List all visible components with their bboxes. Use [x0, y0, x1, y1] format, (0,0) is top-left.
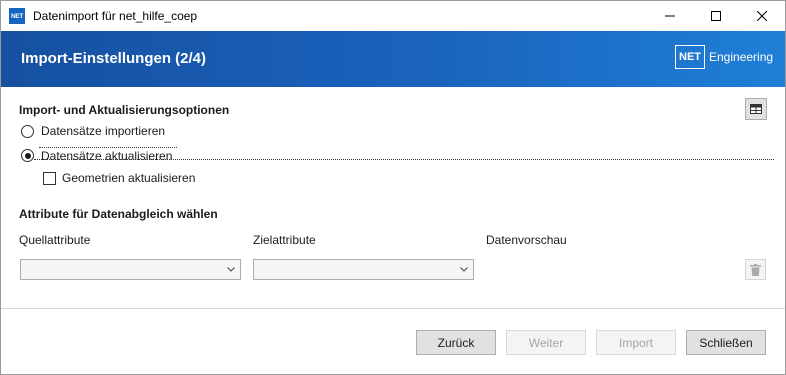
radio-update-label[interactable]: Datensätze aktualisieren	[41, 149, 172, 163]
maximize-button[interactable]	[693, 1, 739, 31]
page-title: Import-Einstellungen (2/4)	[21, 50, 207, 67]
dialog-window: NET Datenimport für net_hilfe_coep Impor…	[0, 0, 786, 375]
source-attribute-select[interactable]	[20, 259, 241, 280]
table-view-button[interactable]	[745, 98, 767, 120]
chevron-down-icon	[458, 263, 470, 275]
close-icon	[757, 11, 767, 21]
source-attributes-header: Quellattribute	[19, 233, 91, 247]
minimize-icon	[665, 15, 675, 17]
next-button[interactable]: Weiter	[506, 330, 586, 355]
net-logo: NET	[675, 45, 705, 69]
chevron-down-icon	[225, 263, 237, 275]
options-section-title: Import- und Aktualisierungsoptionen	[19, 103, 230, 117]
import-button[interactable]: Import	[596, 330, 676, 355]
data-preview-header: Datenvorschau	[486, 233, 567, 247]
target-attributes-header: Zielattribute	[253, 233, 316, 247]
minimize-button[interactable]	[647, 1, 693, 31]
back-button[interactable]: Zurück	[416, 330, 496, 355]
close-dialog-button[interactable]: Schließen	[686, 330, 766, 355]
app-icon: NET	[9, 8, 25, 24]
focus-outline	[34, 159, 774, 160]
logo-text: Engineering	[709, 50, 774, 64]
table-icon	[750, 104, 762, 114]
radio-import-label[interactable]: Datensätze importieren	[41, 124, 165, 138]
window-title: Datenimport für net_hilfe_coep	[33, 9, 198, 23]
maximize-icon	[711, 11, 721, 21]
delete-mapping-button[interactable]	[745, 259, 766, 280]
attributes-section-title: Attribute für Datenabgleich wählen	[19, 207, 218, 221]
focus-outline	[39, 147, 177, 148]
wizard-header: Import-Einstellungen (2/4) NET Engineeri…	[1, 31, 785, 87]
radio-update[interactable]	[21, 149, 34, 162]
target-attribute-select[interactable]	[253, 259, 474, 280]
title-bar: NET Datenimport für net_hilfe_coep	[1, 1, 785, 31]
radio-import[interactable]	[21, 125, 34, 138]
footer-separator	[1, 308, 785, 309]
trash-icon	[750, 263, 761, 276]
geometry-checkbox[interactable]	[43, 172, 56, 185]
close-button[interactable]	[739, 1, 785, 31]
geometry-checkbox-label[interactable]: Geometrien aktualisieren	[62, 171, 195, 185]
